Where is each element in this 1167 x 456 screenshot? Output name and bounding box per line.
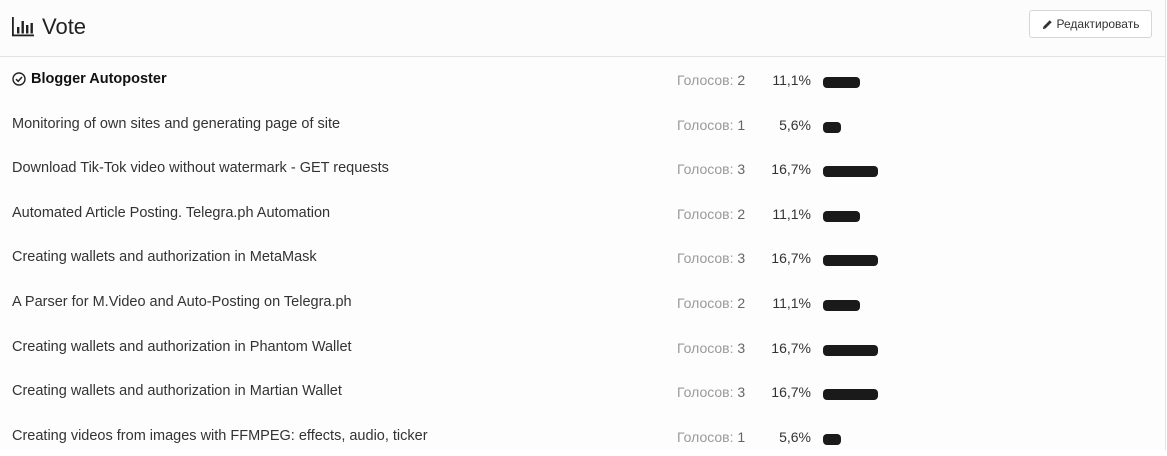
vote-count-label: Голосов: — [677, 250, 734, 267]
vote-bar-fill — [823, 121, 841, 133]
poll-option-label: Blogger Autoposter — [12, 71, 167, 87]
vote-count-value: 2 — [737, 295, 746, 311]
vote-bar-fill — [823, 77, 860, 88]
poll-option-label: Creating wallets and authorization in Me… — [12, 249, 317, 265]
poll-option-label: Creating wallets and authorization in Ph… — [12, 339, 352, 355]
vote-percent: 5,6% — [779, 428, 811, 445]
vote-count-label: Голосов: — [677, 339, 734, 356]
bar-chart-icon — [12, 17, 34, 37]
poll-option-row[interactable]: Creating wallets and authorization in Ma… — [0, 371, 1165, 411]
vote-bar-fill — [823, 166, 878, 178]
vote-count: Голосов: 2 — [677, 206, 745, 222]
poll-option-text: Creating videos from images with FFMPEG:… — [12, 427, 428, 444]
poll-option-row[interactable]: A Parser for M.Video and Auto-Posting on… — [0, 282, 1165, 322]
vote-count-value: 3 — [737, 339, 746, 356]
vote-bar-fill — [823, 255, 878, 267]
vote-percent: 16,7% — [771, 250, 811, 267]
vote-percent: 5,6% — [779, 116, 811, 133]
vote-count: Голосов: 1 — [677, 117, 745, 133]
vote-count-value: 3 — [737, 161, 746, 178]
poll-option-row[interactable]: Creating wallets and authorization in Me… — [0, 237, 1165, 277]
poll-header: Vote Редактировать — [0, 0, 1165, 57]
vote-bar-fill — [823, 433, 841, 445]
vote-percent: 16,7% — [771, 339, 811, 356]
vote-bar-track — [823, 344, 1153, 356]
vote-bar-track — [823, 77, 1153, 88]
poll-option-text: A Parser for M.Video and Auto-Posting on… — [12, 294, 352, 310]
vote-count-label: Голосов: — [677, 295, 734, 311]
vote-percent: 11,1% — [772, 72, 811, 88]
vote-bar-track — [823, 389, 1153, 401]
edit-button[interactable]: Редактировать — [1029, 10, 1152, 38]
poll-option-row[interactable]: Automated Article Posting. Telegra.ph Au… — [0, 193, 1165, 233]
vote-count-value: 2 — [737, 72, 746, 88]
vote-count: Голосов: 3 — [677, 161, 745, 177]
poll-panel: Vote Редактировать Blogger Autoposter Гол… — [0, 0, 1166, 450]
edit-button-label: Редактировать — [1056, 17, 1140, 31]
poll-option-label: Automated Article Posting. Telegra.ph Au… — [12, 205, 330, 221]
vote-count-value: 3 — [737, 384, 746, 401]
vote-count-label: Голосов: — [677, 384, 734, 401]
poll-option-row[interactable]: Creating wallets and authorization in Ph… — [0, 327, 1165, 367]
poll-option-label: Creating videos from images with FFMPEG:… — [12, 428, 428, 444]
vote-count-label: Голосов: — [677, 161, 734, 178]
vote-bar-track — [823, 433, 1153, 445]
vote-count-value: 3 — [737, 250, 746, 267]
poll-option-text: Blogger Autoposter — [31, 71, 167, 87]
vote-bar-track — [823, 300, 1153, 311]
vote-bar-track — [823, 121, 1153, 133]
vote-percent: 16,7% — [771, 384, 811, 401]
vote-count-value: 1 — [737, 428, 746, 445]
vote-count: Голосов: 3 — [677, 384, 745, 400]
vote-count: Голосов: 1 — [677, 429, 745, 445]
poll-option-row[interactable]: Blogger Autoposter Голосов: 2 11,1% — [0, 59, 1165, 99]
vote-count: Голосов: 3 — [677, 250, 745, 266]
vote-bar-track — [823, 166, 1153, 178]
page-title: Vote — [42, 14, 87, 39]
vote-bar-fill — [823, 344, 878, 356]
vote-count-value: 2 — [737, 205, 746, 222]
pencil-icon — [1042, 19, 1052, 29]
poll-option-row[interactable]: Download Tik-Tok video without watermark… — [0, 148, 1165, 188]
vote-count: Голосов: 3 — [677, 340, 745, 356]
vote-count-label: Голосов: — [677, 428, 734, 445]
vote-count-label: Голосов: — [677, 72, 734, 88]
vote-bar-fill — [823, 389, 878, 401]
poll-option-text: Monitoring of own sites and generating p… — [12, 115, 341, 132]
poll-option-text: Creating wallets and authorization in Ma… — [12, 383, 342, 400]
vote-bar-fill — [823, 300, 860, 311]
vote-percent: 11,1% — [772, 295, 811, 311]
vote-count-label: Голосов: — [677, 205, 734, 222]
vote-bar-fill — [823, 210, 860, 222]
poll-option-text: Automated Article Posting. Telegra.ph Au… — [12, 204, 331, 221]
vote-percent: 11,1% — [772, 205, 811, 222]
poll-option-label: A Parser for M.Video and Auto-Posting on… — [12, 294, 352, 310]
poll-option-text: Creating wallets and authorization in Me… — [12, 249, 317, 266]
poll-option-row[interactable]: Monitoring of own sites and generating p… — [0, 104, 1165, 144]
vote-bar-track — [823, 210, 1153, 222]
poll-option-text: Download Tik-Tok video without watermark… — [12, 160, 389, 177]
vote-count: Голосов: 2 — [677, 72, 745, 88]
check-circle-icon — [12, 72, 26, 86]
poll-option-label: Creating wallets and authorization in Ma… — [12, 383, 342, 399]
vote-bar-track — [823, 255, 1153, 267]
vote-count: Голосов: 2 — [677, 295, 745, 311]
poll-option-label: Download Tik-Tok video without watermark… — [12, 160, 389, 176]
poll-option-label: Monitoring of own sites and generating p… — [12, 116, 340, 132]
poll-title-group: Vote — [11, 13, 86, 41]
vote-percent: 16,7% — [771, 161, 811, 178]
poll-option-text: Creating wallets and authorization in Ph… — [12, 338, 352, 355]
vote-count-value: 1 — [737, 116, 746, 133]
vote-count-label: Голосов: — [677, 116, 734, 133]
